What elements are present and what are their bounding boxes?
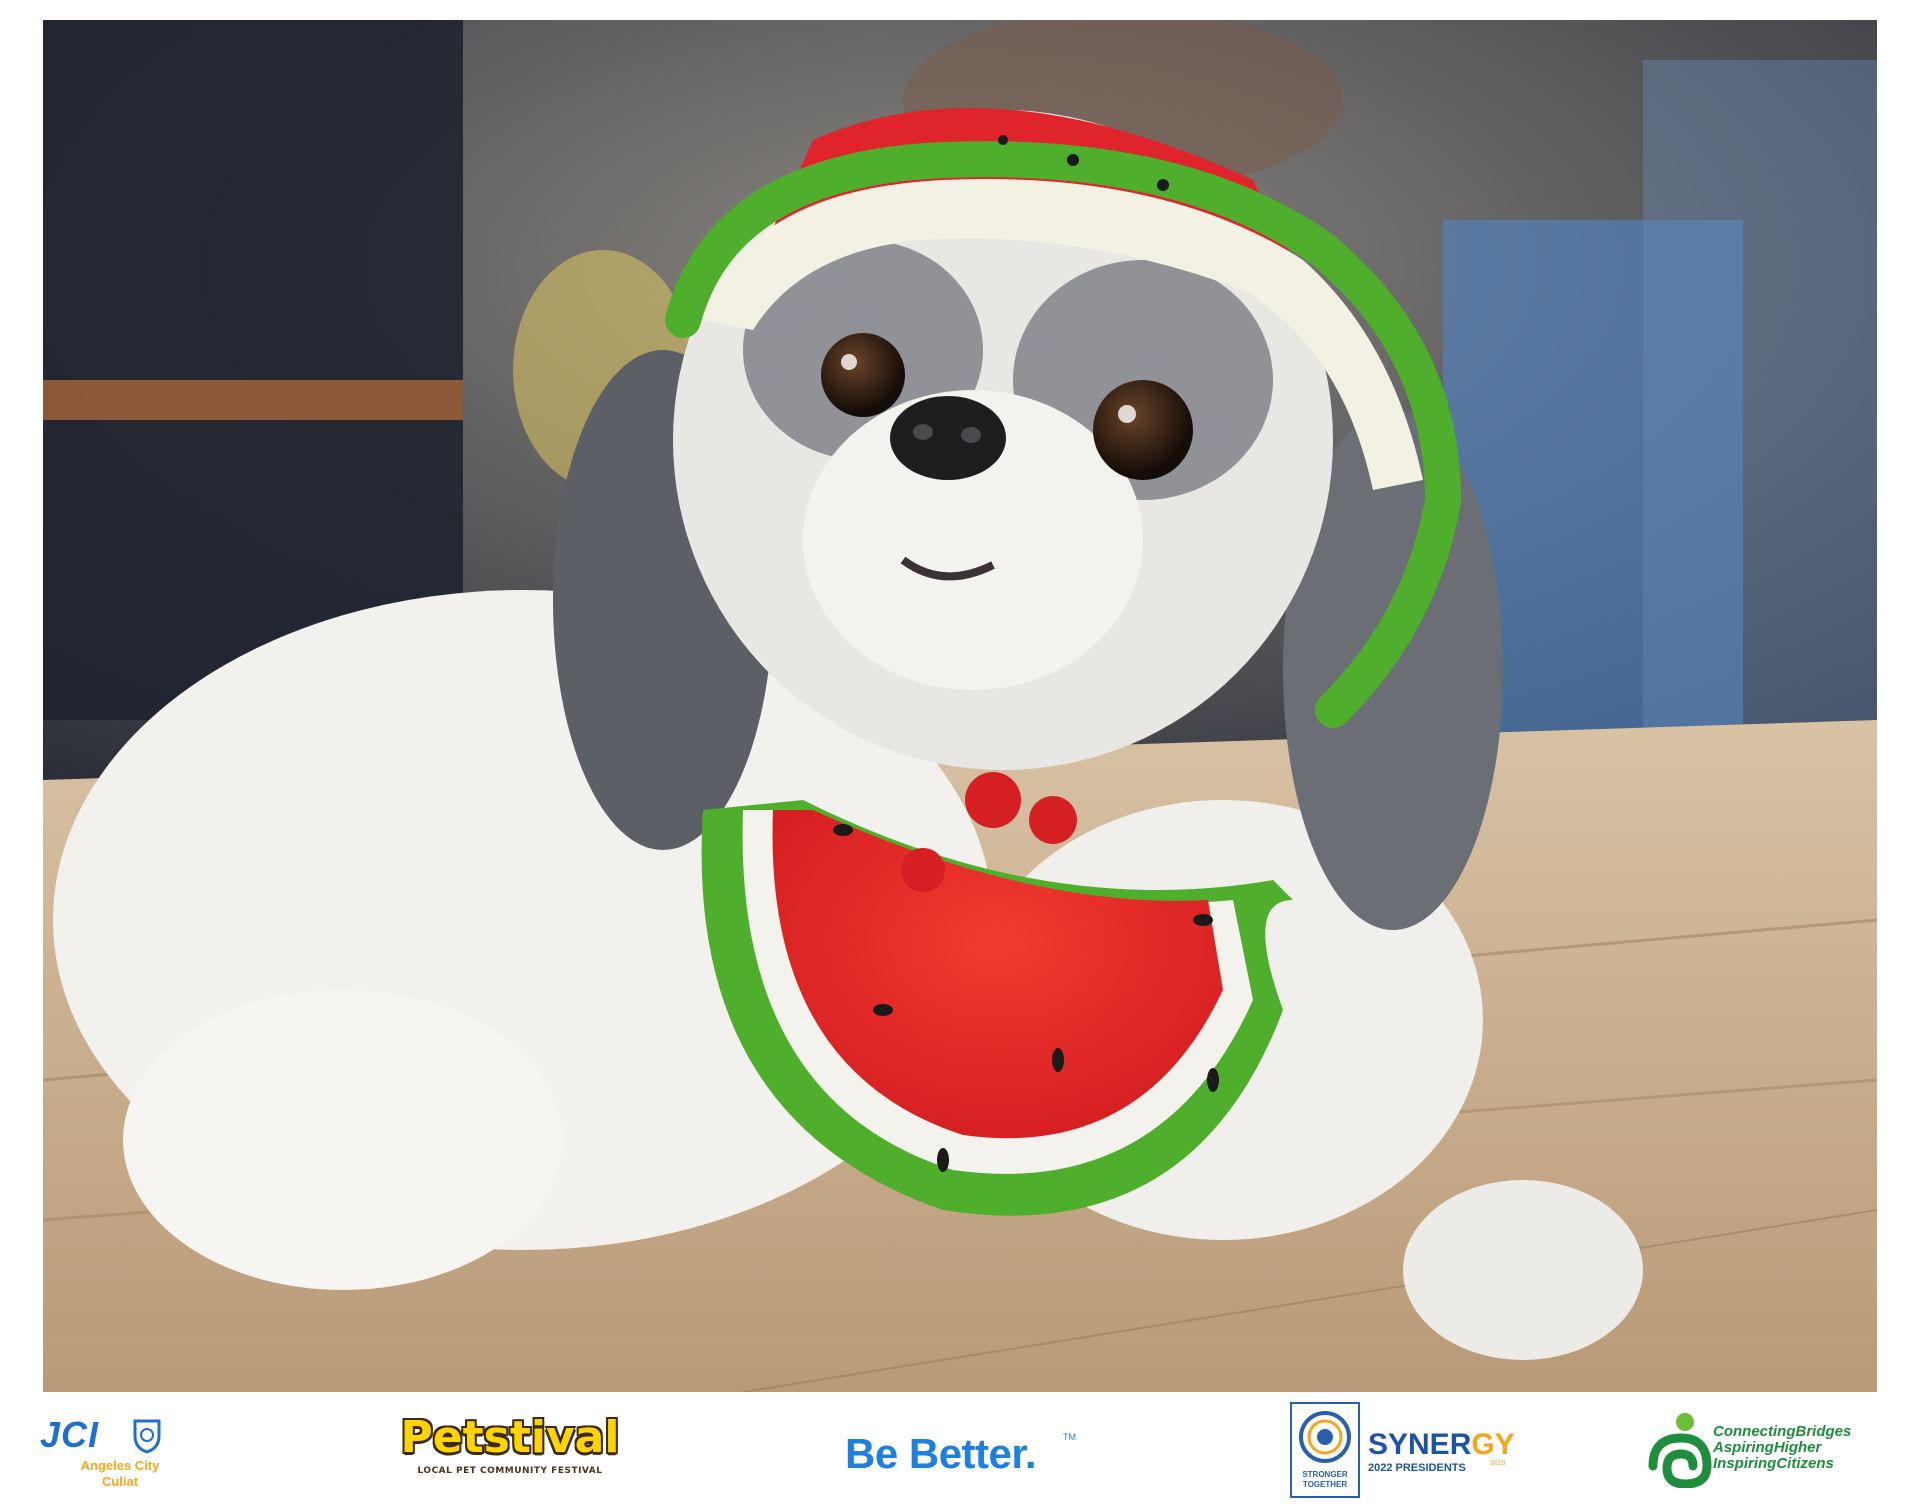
- dog-photo: [43, 20, 1877, 1392]
- petstival-wordmark: Petstival: [400, 1412, 620, 1463]
- synergy-logo: SYNERGY 2022 PRESIDENTS 2019: [1368, 1428, 1515, 1478]
- photo-frame: [43, 20, 1877, 1392]
- sponsor-logo-bar: JCI Angeles City Culiat Petstival LOCAL …: [0, 1392, 1920, 1506]
- petstival-tagline: LOCAL PET COMMUNITY FESTIVAL: [417, 1466, 603, 1476]
- cbi-people-icon: [1648, 1413, 1712, 1488]
- jci-circle-emblem-icon: [1299, 1411, 1351, 1463]
- synergy-wordmark: SYNERGY: [1368, 1428, 1515, 1461]
- petstival-logo: Petstival LOCAL PET COMMUNITY FESTIVAL: [400, 1412, 620, 1482]
- jci-logo: JCI Angeles City Culiat: [40, 1414, 190, 1494]
- cbi-line3: InspiringCitizens: [1713, 1455, 1834, 1472]
- together-text: TOGETHER: [1302, 1480, 1348, 1489]
- dog-nose: [890, 396, 1006, 480]
- dog-paw: [1403, 1180, 1643, 1360]
- cbi-line1: ConnectingBridges: [1713, 1423, 1852, 1440]
- synergy-year: 2019: [1490, 1460, 1506, 1467]
- be-better-wordmark: Be Better.: [845, 1430, 1037, 1477]
- dog-eye-left: [821, 333, 905, 417]
- stronger-together-badge: STRONGER TOGETHER: [1290, 1402, 1360, 1498]
- connecting-bridges-logo: ConnectingBridges AspiringHigher Inspiri…: [1645, 1410, 1895, 1492]
- stronger-text: STRONGER: [1302, 1470, 1348, 1479]
- be-better-logo: Be Better. TM: [845, 1430, 1085, 1480]
- dog-eye-right: [1093, 380, 1193, 480]
- jci-wordmark: JCI: [40, 1414, 100, 1455]
- cbi-line2: AspiringHigher: [1713, 1439, 1822, 1456]
- jci-chapter-line2: Culiat: [101, 1474, 139, 1489]
- jci-shield-icon: [133, 1419, 161, 1454]
- jci-chapter-line1: Angeles City: [80, 1458, 160, 1473]
- synergy-subtitle: 2022 PRESIDENTS: [1368, 1462, 1466, 1474]
- be-better-trademark: TM: [1063, 1432, 1076, 1442]
